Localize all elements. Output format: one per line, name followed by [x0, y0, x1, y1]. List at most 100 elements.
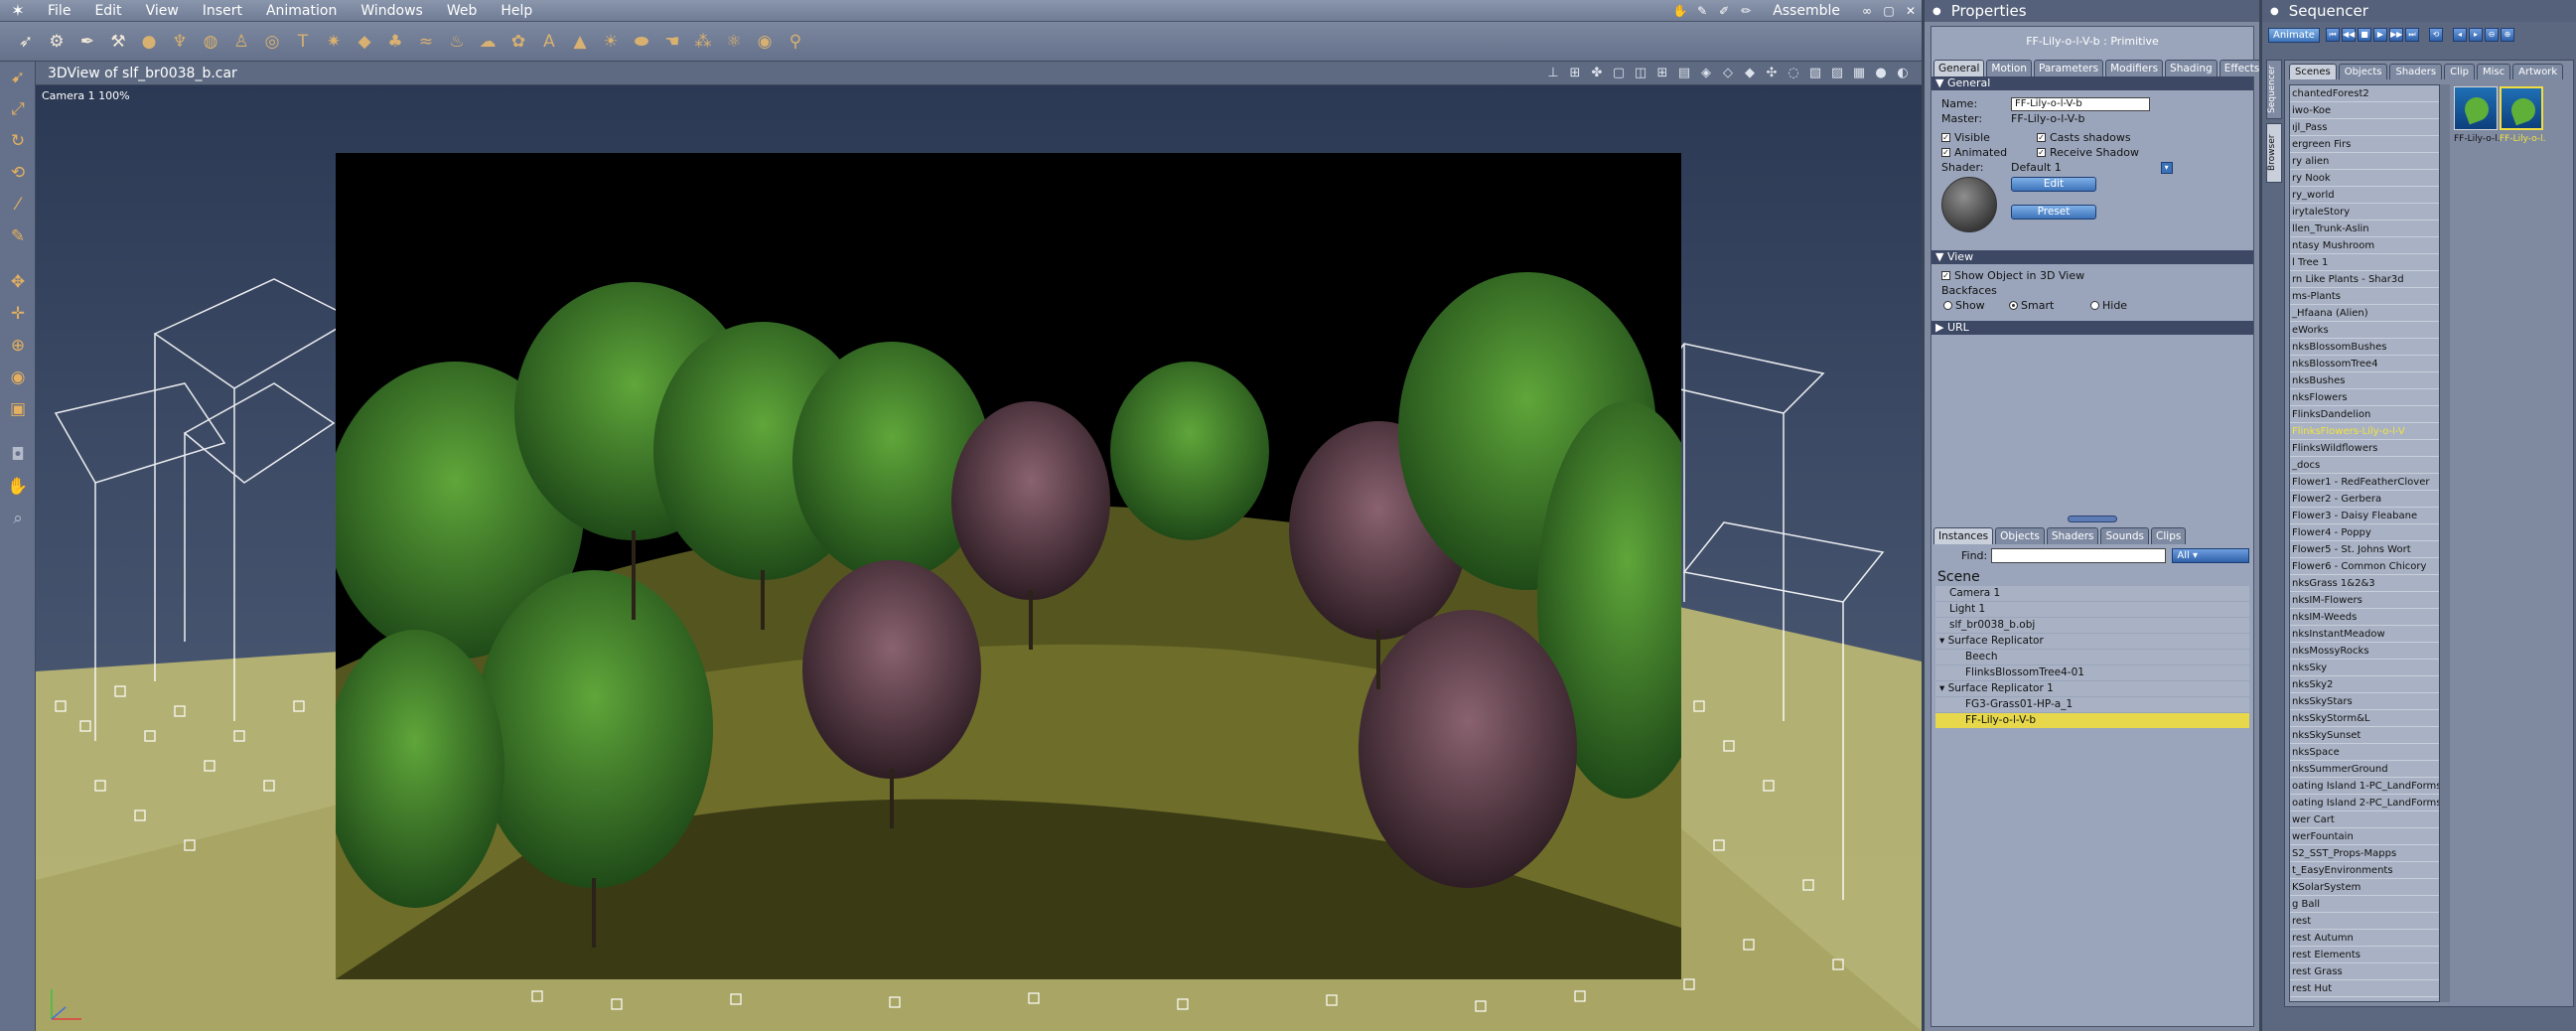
- browser-folder-item[interactable]: nksSky: [2290, 660, 2439, 676]
- browser-folder-item[interactable]: nksSkyStars: [2290, 693, 2439, 710]
- browser-folder-item[interactable]: eWorks: [2290, 322, 2439, 339]
- layout-split-icon[interactable]: ◫: [1632, 65, 1649, 82]
- browser-tab-clip[interactable]: Clip: [2444, 64, 2476, 79]
- pan-hand-icon[interactable]: ✋: [0, 471, 36, 503]
- menu-help[interactable]: Help: [489, 0, 544, 22]
- browser-folder-item[interactable]: FlinksDandelion: [2290, 406, 2439, 423]
- browser-folder-item[interactable]: wer Cart: [2290, 811, 2439, 828]
- close-icon[interactable]: ✕: [1900, 4, 1922, 18]
- browser-folder-item[interactable]: t_EasyEnvironments: [2290, 862, 2439, 879]
- layout-triple-icon[interactable]: ▤: [1675, 65, 1693, 82]
- link-icon[interactable]: ∞: [1856, 4, 1878, 18]
- tab-effects[interactable]: Effects: [2218, 60, 2265, 76]
- url-section[interactable]: ▶ URL: [1932, 321, 2253, 335]
- scene-item-replicator-1[interactable]: ▾ Surface Replicator 1: [1935, 681, 2249, 696]
- grid-icon[interactable]: ⊞: [1566, 65, 1584, 82]
- browser-folder-item[interactable]: oating Island 2-PC_LandForms: [2290, 795, 2439, 811]
- browser-folder-item[interactable]: nksBlossomTree4: [2290, 356, 2439, 372]
- browser-folder-item[interactable]: nksMossyRocks: [2290, 643, 2439, 660]
- browser-folder-item[interactable]: g Ball: [2290, 896, 2439, 913]
- browser-folder-item[interactable]: ergreen Firs: [2290, 136, 2439, 153]
- shading-wire-icon[interactable]: ◈: [1697, 65, 1715, 82]
- browser-folder-item[interactable]: chantedForest2: [2290, 85, 2439, 102]
- terrain-icon[interactable]: ▲: [566, 28, 594, 56]
- loop-icon[interactable]: ⟲: [2429, 28, 2443, 42]
- radio-smart[interactable]: [2009, 301, 2018, 310]
- browser-folder-item[interactable]: oating Island 1-PC_LandForms: [2290, 778, 2439, 795]
- brush-icon[interactable]: ✎: [0, 221, 36, 252]
- globe-icon[interactable]: ◍: [197, 28, 224, 56]
- room-label[interactable]: Assemble: [1757, 3, 1856, 19]
- browser-folder-item[interactable]: nksSky2: [2290, 676, 2439, 693]
- target-icon[interactable]: ◉: [751, 28, 779, 56]
- zoom-view-icon[interactable]: ◌: [1785, 65, 1802, 82]
- browser-folder-item[interactable]: nksIM-Flowers: [2290, 592, 2439, 609]
- box-icon[interactable]: ▣: [0, 393, 36, 425]
- browser-folder-item[interactable]: Flower1 - RedFeatherClover: [2290, 474, 2439, 491]
- stop-icon[interactable]: ■: [2358, 28, 2371, 42]
- move-icon[interactable]: ➹: [0, 62, 36, 93]
- menu-file[interactable]: File: [36, 0, 82, 22]
- casts-shadows-checkbox[interactable]: ✓: [2037, 133, 2046, 142]
- zoom-icon[interactable]: ⌕: [0, 503, 36, 534]
- rotate-icon[interactable]: ↻: [0, 125, 36, 157]
- last-frame-icon[interactable]: ⏭: [2405, 28, 2419, 42]
- tab-clips[interactable]: Clips: [2151, 527, 2187, 544]
- browser-folder-item[interactable]: irytaleStory: [2290, 204, 2439, 221]
- cloud-icon[interactable]: ☁: [474, 28, 501, 56]
- move-z-icon[interactable]: ⊕: [0, 330, 36, 362]
- browser-folder-item[interactable]: ry Nook: [2290, 170, 2439, 187]
- goblet-icon[interactable]: ♆: [166, 28, 194, 56]
- step-back-icon[interactable]: ◂: [2453, 28, 2467, 42]
- hammer-tool-icon[interactable]: ⚒: [104, 28, 132, 56]
- browser-folder-item[interactable]: rest Autumn: [2290, 930, 2439, 947]
- tab-instances[interactable]: Instances: [1933, 527, 1994, 544]
- scene-item-lily-selected[interactable]: FF-Lily-o-l-V-b: [1935, 713, 2249, 728]
- sphere-icon[interactable]: ●: [135, 28, 163, 56]
- figure-icon[interactable]: ♙: [227, 28, 255, 56]
- tab-objects[interactable]: Objects: [1995, 527, 2045, 544]
- browser-folder-item[interactable]: Flower5 - St. Johns Wort: [2290, 541, 2439, 558]
- browser-folder-item[interactable]: rest Hut: [2290, 980, 2439, 997]
- vtab-sequencer[interactable]: Sequencer: [2266, 60, 2282, 119]
- twist-icon[interactable]: ⟲: [0, 157, 36, 189]
- browser-folder-item[interactable]: nksSkySunset: [2290, 727, 2439, 744]
- scene-item-grass[interactable]: FG3-Grass01-HP-a_1: [1935, 697, 2249, 712]
- layout-quad-icon[interactable]: ⊞: [1653, 65, 1671, 82]
- browser-folder-item[interactable]: nksSpace: [2290, 744, 2439, 761]
- browser-folder-item[interactable]: nksSummerGround: [2290, 761, 2439, 778]
- browser-folder-item[interactable]: Flower3 - Daisy Fleabane: [2290, 508, 2439, 524]
- panel-collapse-icon[interactable]: ●: [1932, 6, 1941, 17]
- radio-hide[interactable]: [2090, 301, 2099, 310]
- step-fwd-icon[interactable]: ▸: [2469, 28, 2483, 42]
- tab-shaders[interactable]: Shaders: [2046, 527, 2099, 544]
- cube2-icon[interactable]: ▨: [1828, 65, 1846, 82]
- browser-folder-item[interactable]: ıjl_Pass: [2290, 119, 2439, 136]
- axis-icon[interactable]: ⊥: [1544, 65, 1562, 82]
- browser-tab-shaders[interactable]: Shaders: [2389, 64, 2443, 79]
- scale-icon[interactable]: ⤢: [0, 93, 36, 125]
- browser-folder-item[interactable]: FlinksFlowers-Lily-o-l-V: [2290, 423, 2439, 440]
- browser-folder-item[interactable]: nksInstantMeadow: [2290, 626, 2439, 643]
- camera-icon[interactable]: ◘: [0, 439, 36, 471]
- scene-item-blossomtree[interactable]: FlinksBlossomTree4-01: [1935, 665, 2249, 680]
- torus-icon[interactable]: ◎: [258, 28, 286, 56]
- name-field[interactable]: FF-Lily-o-l-V-b: [2011, 96, 2150, 111]
- browser-folder-item[interactable]: ry_world: [2290, 187, 2439, 204]
- browser-folder-item[interactable]: nksFlowers: [2290, 389, 2439, 406]
- select-tool-icon[interactable]: ➶: [12, 28, 40, 56]
- browser-folder-item[interactable]: Flower2 - Gerbera: [2290, 491, 2439, 508]
- animated-checkbox[interactable]: ✓: [1941, 148, 1950, 157]
- link-tool-icon[interactable]: ⁄: [0, 189, 36, 221]
- browser-folder-item[interactable]: iwo-Koe: [2290, 102, 2439, 119]
- find-input[interactable]: [1991, 548, 2167, 563]
- browser-folder-item[interactable]: Flower4 - Poppy: [2290, 524, 2439, 541]
- browser-folder-item[interactable]: ry alien: [2290, 153, 2439, 170]
- browser-folder-item[interactable]: werFountain: [2290, 828, 2439, 845]
- vtab-browser[interactable]: Browser: [2266, 123, 2282, 183]
- layout-single-icon[interactable]: ▢: [1610, 65, 1628, 82]
- browser-folder-item[interactable]: llen_Trunk-Aslin: [2290, 221, 2439, 237]
- thumbnail-lily-1[interactable]: [2454, 86, 2498, 130]
- atom-icon[interactable]: ⚛: [720, 28, 748, 56]
- animate-button[interactable]: Animate: [2268, 27, 2320, 43]
